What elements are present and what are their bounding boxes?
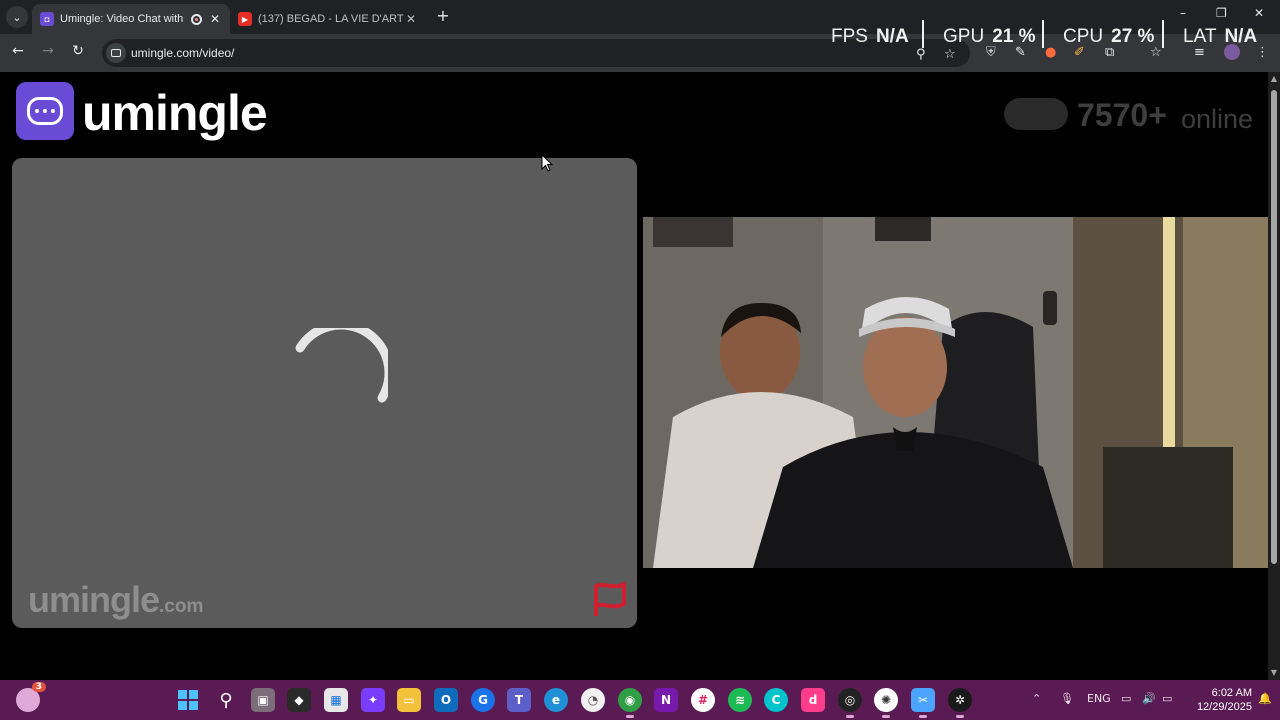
- reload-icon[interactable]: ↻: [68, 43, 88, 63]
- edge-icon[interactable]: e: [544, 688, 568, 712]
- more-menu-icon[interactable]: ⋮: [1256, 45, 1269, 60]
- clock-date: 12/29/2025: [1196, 701, 1252, 713]
- volume-icon[interactable]: 🔊: [1142, 692, 1156, 705]
- online-toggle[interactable]: [1004, 98, 1068, 130]
- umingle-watermark: umingle.com: [28, 579, 204, 620]
- overlay-divider: [922, 20, 924, 48]
- language-indicator[interactable]: ENG: [1087, 692, 1111, 705]
- latency-readout: LAT N/A: [1183, 26, 1258, 47]
- app-cube-icon[interactable]: ◆: [287, 688, 311, 712]
- windows-taskbar: 3 ⚲ ▣ ◆ ▦ ✦ ▭ O G T e ◔ ◉ N # ≋ C d ◎ ✺ …: [0, 680, 1280, 720]
- notifications-bell-icon[interactable]: 🔔: [1258, 692, 1272, 705]
- system-clock[interactable]: 6:02 AM 12/29/2025: [1196, 686, 1252, 714]
- notification-badge: 3: [31, 682, 46, 692]
- tab-umingle[interactable]: ◘ Umingle: Video Chat with St ✕: [32, 4, 230, 34]
- overlay-divider: [1042, 20, 1044, 48]
- zoom-icon[interactable]: ⚲: [916, 47, 926, 62]
- cpu-readout: CPU 27 %: [1063, 26, 1155, 47]
- clock-time: 6:02 AM: [1211, 687, 1252, 699]
- chrome-icon[interactable]: ◉: [618, 688, 642, 718]
- youtube-favicon-icon: ▶: [238, 12, 252, 26]
- self-video-panel: umingle.com: [12, 158, 637, 628]
- overlay-divider: [1162, 20, 1164, 48]
- network-icon[interactable]: ▭: [1121, 692, 1131, 705]
- microsoft-store-icon[interactable]: ▦: [324, 688, 348, 712]
- new-tab-button[interactable]: +: [434, 6, 452, 26]
- battery-icon[interactable]: ▭: [1162, 692, 1172, 705]
- microphone-icon[interactable]: 🎙: [1060, 692, 1074, 705]
- recording-indicator-icon: [191, 13, 202, 25]
- scroll-down-icon[interactable]: ▼: [1269, 668, 1279, 677]
- tab-youtube[interactable]: ▶ (137) BEGAD - LA VIE D'ARTISTE ✕: [230, 4, 426, 34]
- tab-title: (137) BEGAD - LA VIE D'ARTISTE: [258, 13, 404, 25]
- task-view-icon[interactable]: ▣: [251, 688, 275, 712]
- site-info-icon[interactable]: [106, 43, 126, 63]
- umingle-favicon-icon: ◘: [40, 12, 54, 26]
- scroll-up-icon[interactable]: ▲: [1269, 74, 1279, 83]
- restore-button[interactable]: ❐: [1216, 6, 1227, 20]
- google-app-icon[interactable]: G: [471, 688, 495, 712]
- url-text[interactable]: umingle.com/video/: [131, 46, 234, 60]
- close-window-button[interactable]: ✕: [1254, 6, 1264, 20]
- outlook-icon[interactable]: O: [434, 688, 458, 712]
- page-scrollbar[interactable]: ▲ ▼: [1268, 72, 1280, 680]
- start-windows-icon[interactable]: [176, 688, 200, 712]
- close-tab-icon[interactable]: ✕: [208, 12, 222, 26]
- show-hidden-icons-chevron-up-icon[interactable]: ⌃: [1032, 692, 1041, 705]
- tab-search-chevron-down-icon[interactable]: ⌄: [6, 6, 28, 28]
- clock-app-icon[interactable]: ◔: [581, 688, 605, 712]
- tab-title: Umingle: Video Chat with St: [60, 13, 185, 25]
- spotify-icon[interactable]: ≋: [728, 688, 752, 712]
- onenote-icon[interactable]: N: [654, 688, 678, 712]
- mouse-cursor-icon: [541, 154, 553, 172]
- snipping-tool-icon[interactable]: ✂: [911, 688, 935, 718]
- chatgpt-icon[interactable]: ✲: [948, 688, 972, 718]
- design-app-icon[interactable]: d: [801, 688, 825, 712]
- widgets-icon[interactable]: 3: [16, 682, 46, 712]
- forward-arrow-icon[interactable]: →: [38, 43, 58, 63]
- page-content: umingle 7570+ online umingle.com: [0, 72, 1268, 680]
- close-tab-icon[interactable]: ✕: [404, 12, 418, 26]
- scrollbar-thumb[interactable]: [1271, 90, 1277, 564]
- online-label: online: [1181, 104, 1254, 134]
- video-frame-image: [643, 217, 1268, 568]
- minimize-button[interactable]: –: [1180, 6, 1186, 20]
- search-icon[interactable]: ⚲: [214, 688, 238, 712]
- loading-spinner-icon: [295, 328, 388, 403]
- copilot-icon[interactable]: ✦: [361, 688, 385, 712]
- gpu-readout: GPU 21 %: [943, 26, 1036, 47]
- slack-icon[interactable]: #: [691, 688, 715, 712]
- umingle-logo-icon[interactable]: [16, 82, 74, 140]
- fire-extension-icon[interactable]: ●: [1045, 45, 1056, 60]
- site-logo-text[interactable]: umingle: [82, 84, 268, 142]
- file-explorer-icon[interactable]: ▭: [397, 688, 421, 712]
- settings-dial-icon[interactable]: ✺: [874, 688, 898, 718]
- obs-icon[interactable]: ◎: [838, 688, 862, 718]
- report-flag-icon[interactable]: [590, 580, 630, 620]
- online-count: 7570+: [1077, 97, 1167, 133]
- stranger-video-feed: [643, 217, 1268, 568]
- fps-readout: FPS N/A: [831, 26, 909, 47]
- teams-icon[interactable]: T: [507, 688, 531, 712]
- back-arrow-icon[interactable]: ←: [8, 43, 28, 63]
- canva-icon[interactable]: C: [764, 688, 788, 712]
